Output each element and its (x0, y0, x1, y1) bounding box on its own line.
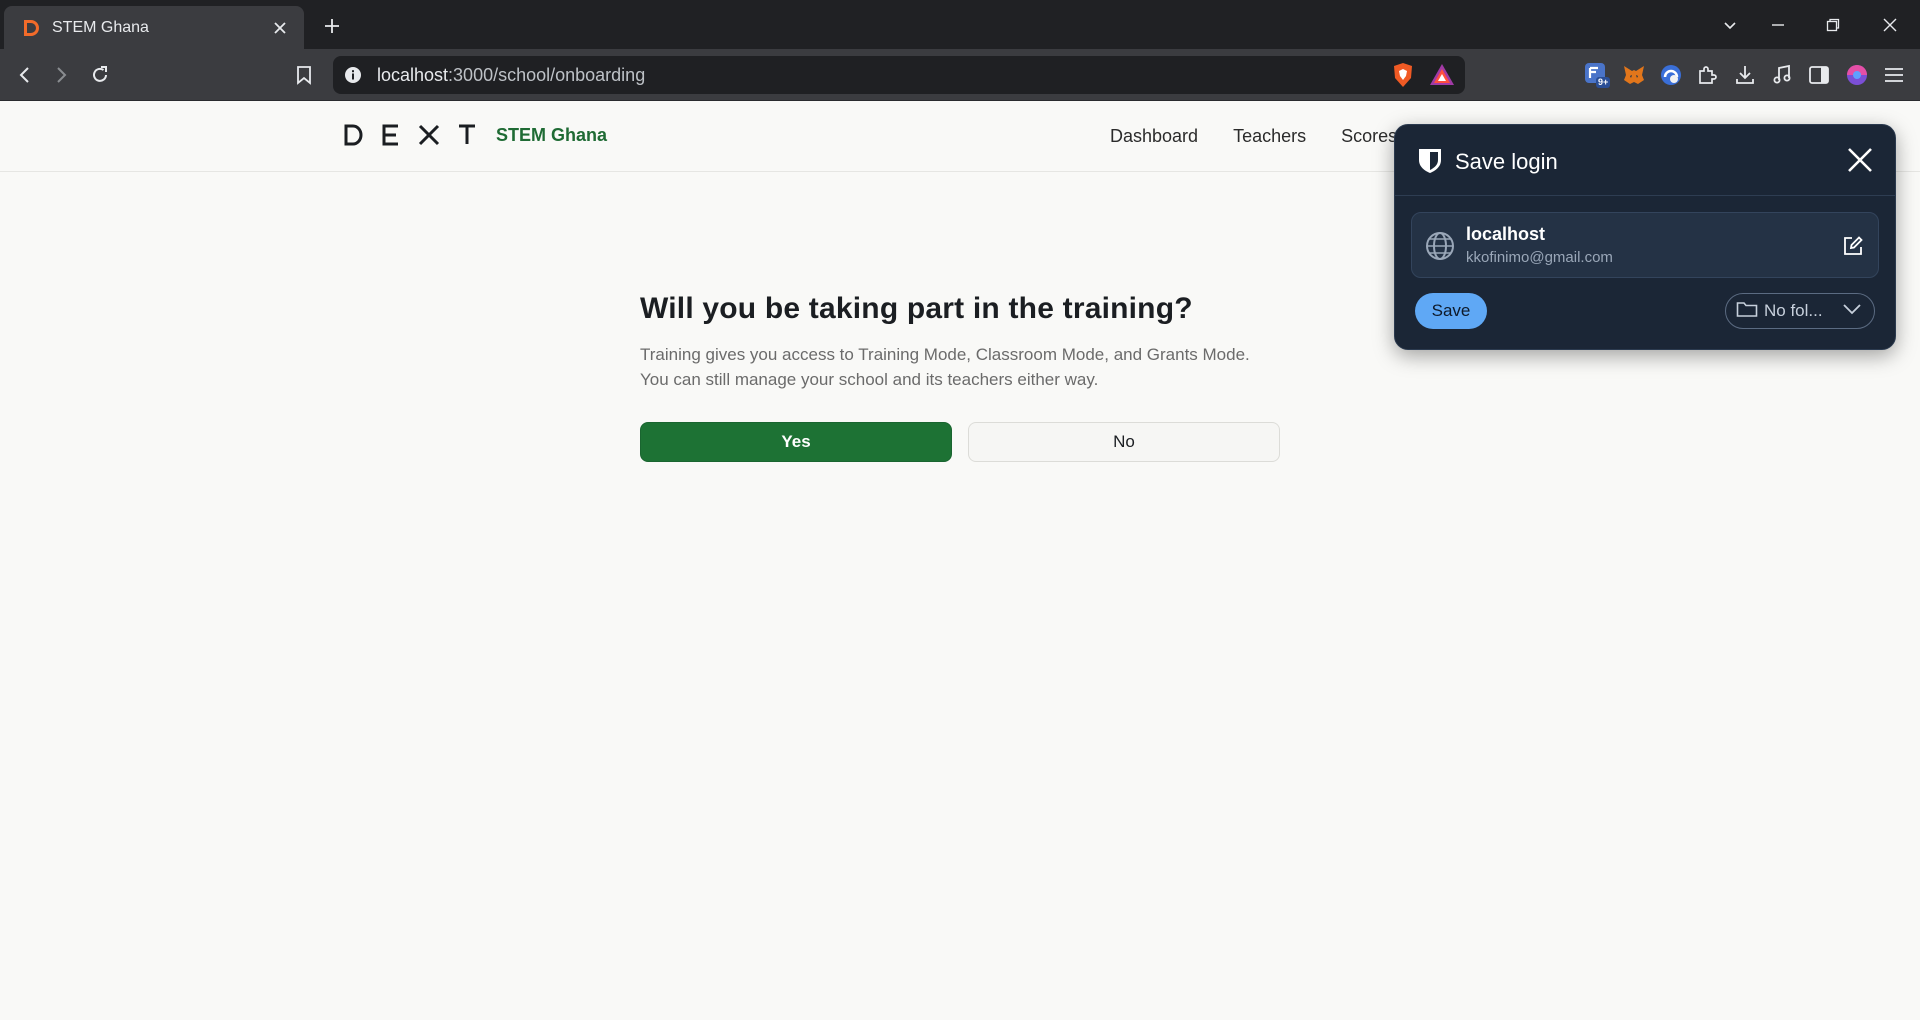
url-text: localhost:3000/school/onboarding (377, 65, 645, 86)
chevron-down-icon (1842, 302, 1862, 321)
logo-wordmark (344, 124, 476, 146)
logo-letter-e-icon (382, 124, 398, 146)
dext-favicon-icon (20, 17, 42, 39)
yes-button[interactable]: Yes (640, 422, 952, 462)
save-login-popup: Save login localhost kkofinimo@gmail.com… (1394, 124, 1896, 350)
url-host: localhost (377, 64, 449, 85)
extension-badge-count: 9+ (1598, 77, 1609, 87)
folder-icon (1736, 300, 1758, 323)
minimize-button[interactable] (1762, 10, 1794, 40)
forward-button[interactable] (46, 60, 76, 90)
bitwarden-shield-icon (1417, 147, 1443, 180)
reload-button[interactable] (85, 60, 115, 90)
tab-title: STEM Ghana (52, 18, 149, 36)
menu-hamburger-icon[interactable] (1880, 61, 1908, 89)
profile-avatar-icon[interactable] (1843, 61, 1871, 89)
tab-list-chevron-icon[interactable] (1714, 10, 1746, 40)
extensions-puzzle-icon[interactable] (1694, 61, 1722, 89)
globe-icon (1424, 230, 1456, 267)
close-window-button[interactable] (1874, 10, 1906, 40)
answer-buttons: Yes No (640, 422, 1280, 462)
tab-bar: STEM Ghana (0, 0, 1920, 49)
bookmark-icon[interactable] (289, 60, 319, 90)
edit-icon[interactable] (1842, 235, 1864, 262)
extension-badge-icon[interactable]: 9+ (1583, 61, 1611, 89)
media-music-icon[interactable] (1768, 61, 1796, 89)
logo-subtitle: STEM Ghana (496, 124, 608, 145)
brave-shields-icon[interactable] (1391, 62, 1415, 93)
restore-button[interactable] (1817, 10, 1849, 40)
logo-letter-x-icon (418, 124, 440, 146)
save-button[interactable]: Save (1415, 293, 1487, 329)
dext-logo[interactable]: STEM Ghana (344, 124, 607, 146)
address-bar[interactable]: localhost:3000/school/onboarding (333, 56, 1465, 94)
browser-tab[interactable]: STEM Ghana (4, 6, 304, 49)
onboarding-question: Will you be taking part in the training?… (640, 292, 1280, 462)
url-path: :3000/school/onboarding (448, 64, 646, 85)
description-line-2: You can still manage your school and its… (640, 370, 1099, 389)
back-button[interactable] (10, 60, 40, 90)
nav-dashboard[interactable]: Dashboard (1110, 126, 1198, 147)
page-title: Will you be taking part in the training? (640, 292, 1193, 325)
new-tab-button[interactable] (318, 12, 346, 40)
logo-letter-t-icon (459, 124, 475, 144)
browser-toolbar: localhost:3000/school/onboarding 9+ (0, 49, 1920, 101)
sidebar-toggle-icon[interactable] (1805, 61, 1833, 89)
no-button[interactable]: No (968, 422, 1280, 462)
credential-username: kkofinimo@gmail.com (1466, 249, 1613, 266)
popup-header: Save login (1395, 125, 1895, 196)
description: Training gives you access to Training Mo… (640, 342, 1280, 392)
folder-select[interactable]: No fol... (1725, 293, 1875, 329)
site-info-icon[interactable] (343, 65, 363, 85)
popup-title: Save login (1455, 149, 1558, 174)
credential-site: localhost (1466, 224, 1546, 244)
top-navigation: Dashboard Teachers Scores (1110, 126, 1397, 147)
nav-teachers[interactable]: Teachers (1233, 126, 1306, 147)
close-icon[interactable] (1845, 145, 1875, 175)
description-line-1: Training gives you access to Training Mo… (640, 345, 1250, 364)
folder-select-value: No fol... (1764, 301, 1823, 320)
wallet-extension-icon[interactable] (1657, 61, 1685, 89)
metamask-fox-icon[interactable] (1620, 61, 1648, 89)
tab-close-icon[interactable] (268, 16, 292, 40)
brave-rewards-icon[interactable] (1429, 62, 1455, 93)
downloads-icon[interactable] (1731, 61, 1759, 89)
nav-scores[interactable]: Scores (1341, 126, 1397, 147)
credential-item[interactable]: localhost kkofinimo@gmail.com (1411, 212, 1879, 278)
logo-letter-d-icon (344, 124, 363, 146)
